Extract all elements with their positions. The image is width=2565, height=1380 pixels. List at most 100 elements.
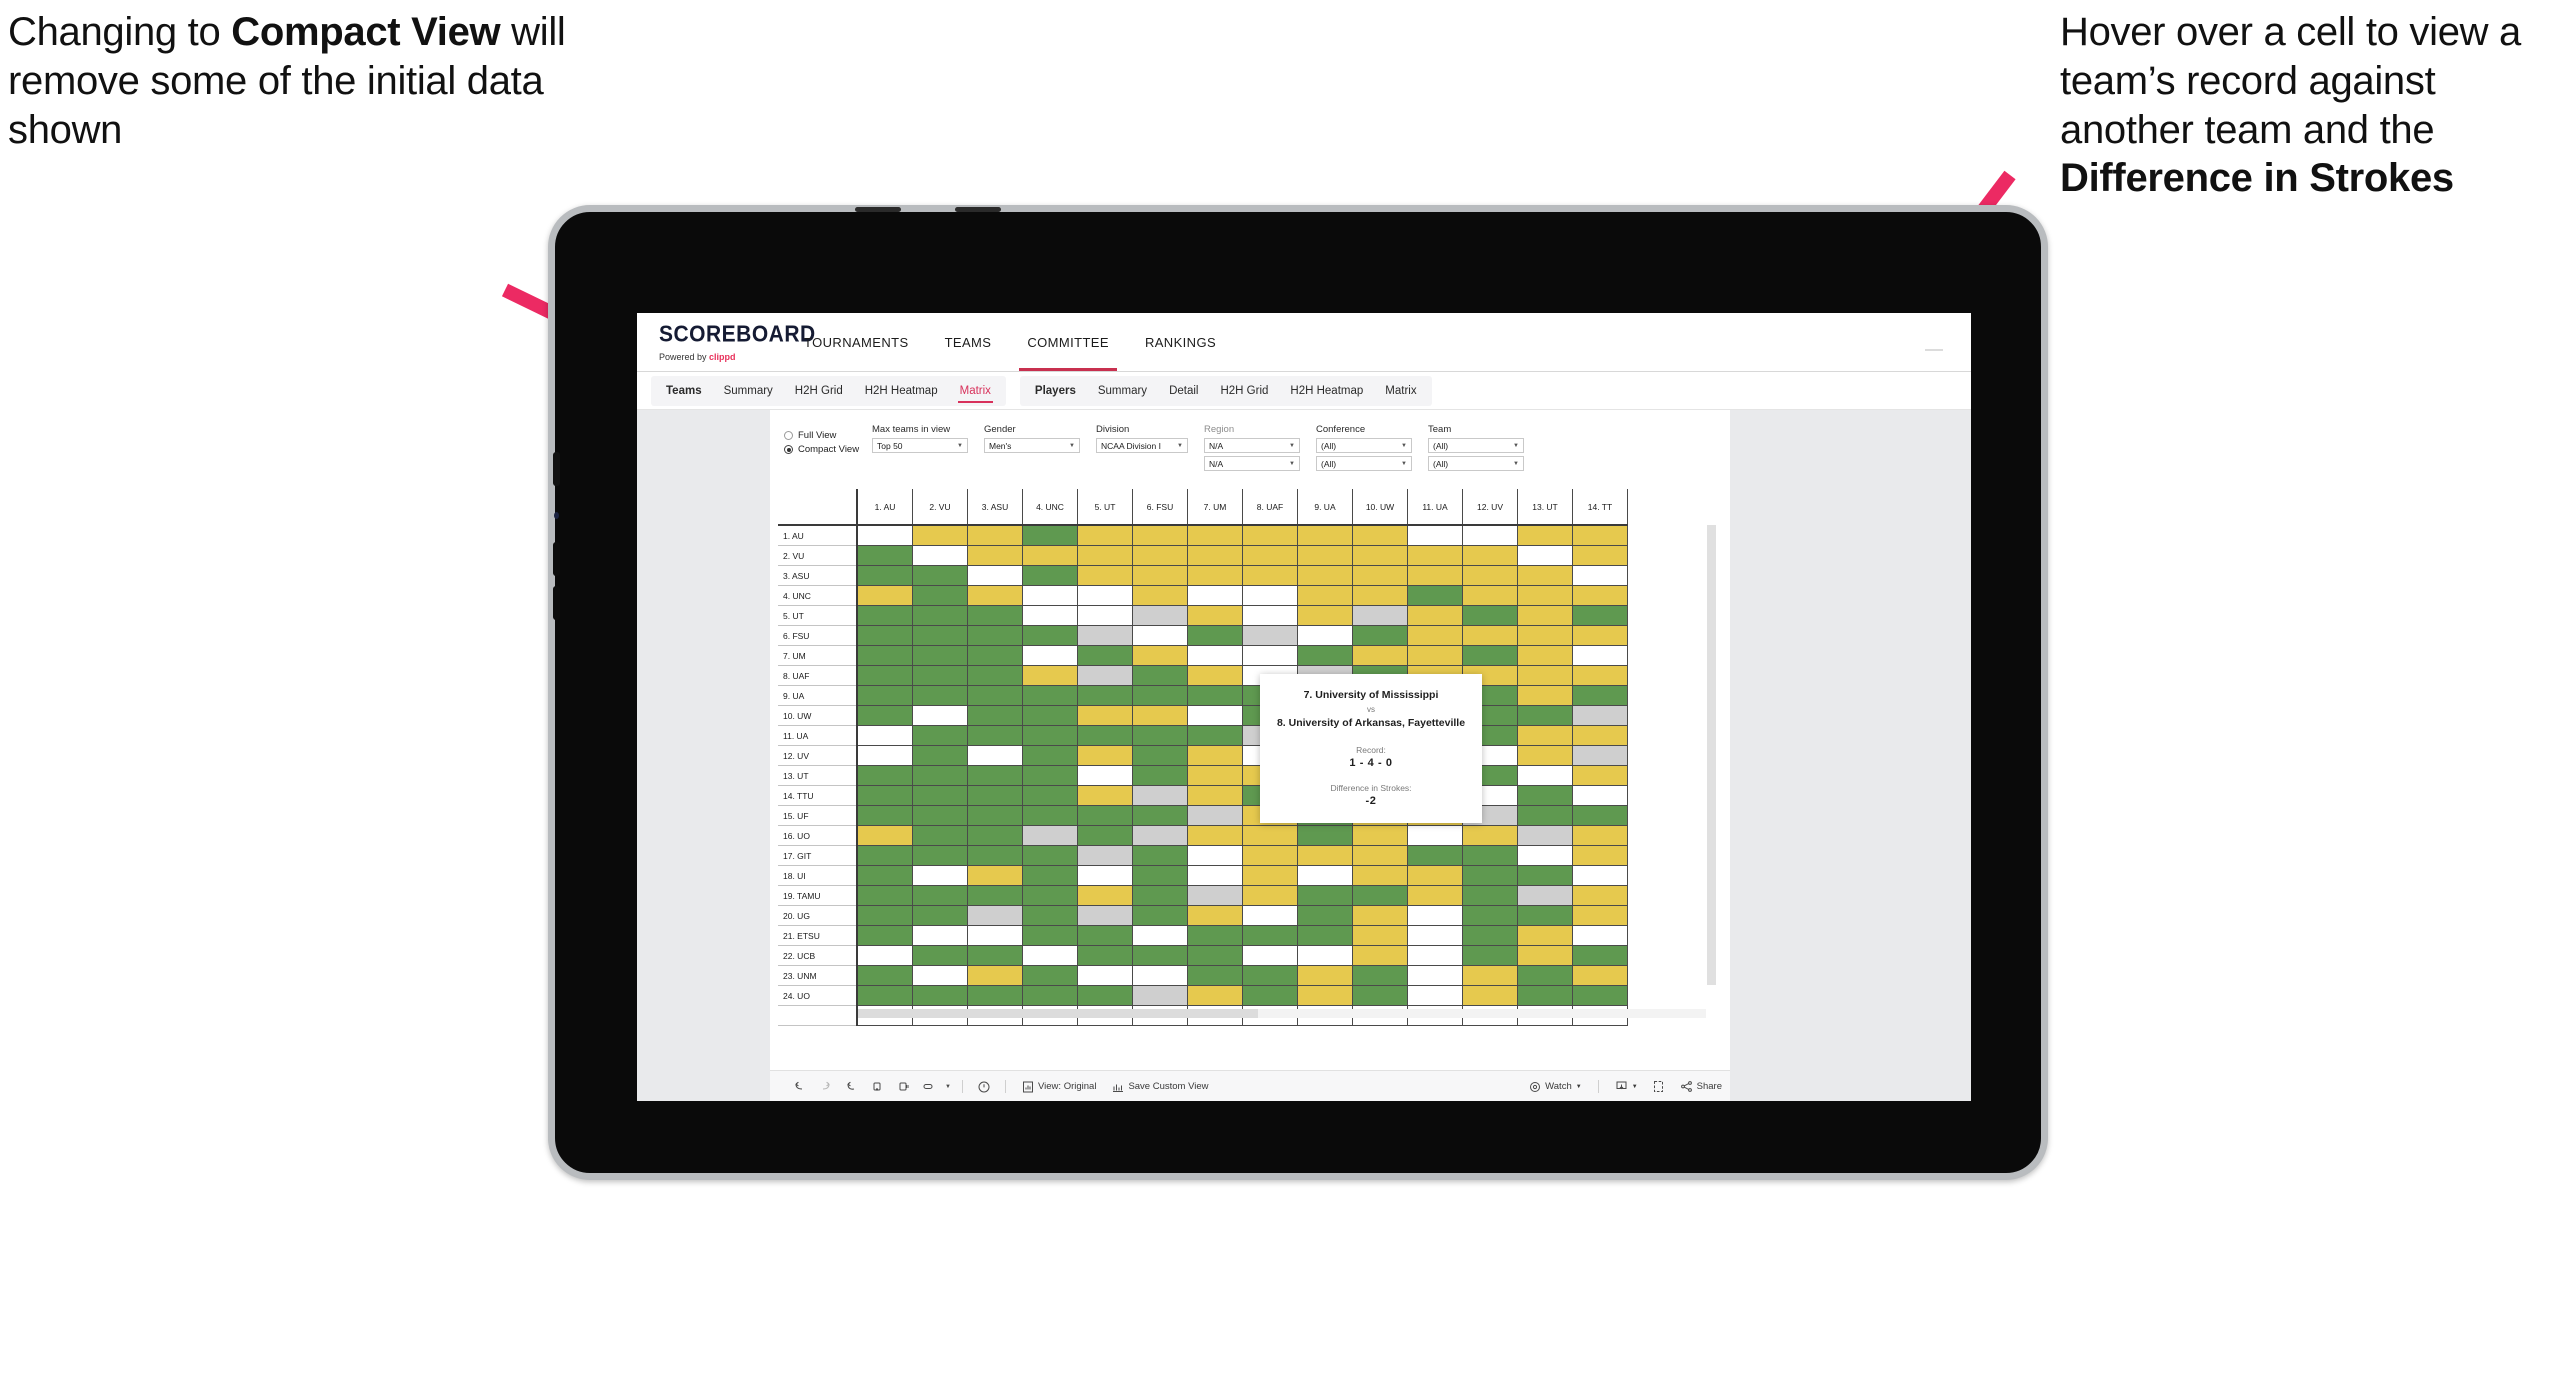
matrix-cell[interactable] bbox=[1077, 705, 1133, 726]
matrix-row-header[interactable]: 18. UI bbox=[778, 865, 858, 886]
matrix-cell[interactable] bbox=[856, 645, 913, 666]
matrix-cell[interactable] bbox=[1572, 745, 1628, 766]
matrix-cell[interactable] bbox=[1462, 885, 1518, 906]
matrix-cell[interactable] bbox=[1407, 625, 1463, 646]
matrix-cell[interactable] bbox=[1132, 805, 1188, 826]
matrix-cell[interactable] bbox=[1297, 925, 1353, 946]
matrix-cell[interactable] bbox=[1187, 905, 1243, 926]
matrix-row-header[interactable]: 17. GIT bbox=[778, 845, 858, 866]
matrix-cell[interactable] bbox=[1517, 805, 1573, 826]
matrix-cell[interactable] bbox=[912, 865, 968, 886]
matrix-cell[interactable] bbox=[967, 865, 1023, 886]
matrix-row-header[interactable]: 4. UNC bbox=[778, 585, 858, 606]
matrix-cell[interactable] bbox=[856, 805, 913, 826]
matrix-cell[interactable] bbox=[1572, 545, 1628, 566]
matrix-cell[interactable] bbox=[1132, 585, 1188, 606]
matrix-row-header[interactable]: 11. UA bbox=[778, 725, 858, 746]
matrix-row-header[interactable]: 13. UT bbox=[778, 765, 858, 786]
matrix-cell[interactable] bbox=[1407, 605, 1463, 626]
matrix-cell[interactable] bbox=[1187, 845, 1243, 866]
redo-icon[interactable] bbox=[812, 1071, 838, 1102]
matrix-cell[interactable] bbox=[912, 545, 968, 566]
matrix-cell[interactable] bbox=[912, 885, 968, 906]
matrix-cell[interactable] bbox=[1187, 725, 1243, 746]
matrix-cell[interactable] bbox=[1297, 545, 1353, 566]
matrix-cell[interactable] bbox=[967, 725, 1023, 746]
matrix-cell[interactable] bbox=[967, 765, 1023, 786]
matrix-cell[interactable] bbox=[1022, 985, 1078, 1006]
matrix-cell[interactable] bbox=[1462, 605, 1518, 626]
matrix-cell[interactable] bbox=[1572, 885, 1628, 906]
matrix-cell[interactable] bbox=[1132, 925, 1188, 946]
matrix-cell[interactable] bbox=[1242, 825, 1298, 846]
matrix-cell[interactable] bbox=[1572, 685, 1628, 706]
team-select-2[interactable]: (All) ▼ bbox=[1428, 456, 1524, 471]
matrix-cell[interactable] bbox=[1517, 965, 1573, 986]
matrix-cell[interactable] bbox=[1187, 645, 1243, 666]
matrix-row-header[interactable]: 5. UT bbox=[778, 605, 858, 626]
matrix-cell[interactable] bbox=[967, 665, 1023, 686]
matrix-col-header[interactable]: 2. VU bbox=[912, 489, 968, 526]
matrix-cell[interactable] bbox=[1352, 925, 1408, 946]
matrix-row-header[interactable]: 1. AU bbox=[778, 525, 858, 546]
matrix-cell[interactable] bbox=[1077, 885, 1133, 906]
matrix-cell[interactable] bbox=[967, 625, 1023, 646]
matrix-col-header[interactable]: 14. TT bbox=[1572, 489, 1628, 526]
matrix-row-header[interactable]: 16. UO bbox=[778, 825, 858, 846]
matrix-cell[interactable] bbox=[912, 645, 968, 666]
matrix-cell[interactable] bbox=[1022, 945, 1078, 966]
matrix-cell[interactable] bbox=[1462, 585, 1518, 606]
matrix-cell[interactable] bbox=[1517, 765, 1573, 786]
region-select-1[interactable]: N/A ▼ bbox=[1204, 438, 1300, 453]
matrix-cell[interactable] bbox=[1352, 965, 1408, 986]
matrix-horizontal-scrollbar[interactable] bbox=[858, 1009, 1706, 1018]
matrix-cell[interactable] bbox=[1022, 845, 1078, 866]
matrix-cell[interactable] bbox=[1022, 745, 1078, 766]
team-select-1[interactable]: (All) ▼ bbox=[1428, 438, 1524, 453]
matrix-cell[interactable] bbox=[1187, 705, 1243, 726]
matrix-cell[interactable] bbox=[967, 745, 1023, 766]
matrix-cell[interactable] bbox=[1407, 965, 1463, 986]
matrix-cell[interactable] bbox=[856, 905, 913, 926]
matrix-cell[interactable] bbox=[1242, 905, 1298, 926]
matrix-cell[interactable] bbox=[1517, 785, 1573, 806]
matrix-cell[interactable] bbox=[1572, 725, 1628, 746]
subnav-players-summary[interactable]: Summary bbox=[1087, 376, 1158, 406]
matrix-cell[interactable] bbox=[1297, 865, 1353, 886]
matrix-cell[interactable] bbox=[912, 825, 968, 846]
matrix-cell[interactable] bbox=[1517, 725, 1573, 746]
matrix-cell[interactable] bbox=[1407, 565, 1463, 586]
matrix-cell[interactable] bbox=[856, 545, 913, 566]
matrix-cell[interactable] bbox=[1462, 645, 1518, 666]
matrix-cell[interactable] bbox=[1077, 645, 1133, 666]
matrix-cell[interactable] bbox=[1132, 685, 1188, 706]
region-select-2[interactable]: N/A ▼ bbox=[1204, 456, 1300, 471]
matrix-cell[interactable] bbox=[1352, 525, 1408, 546]
matrix-cell[interactable] bbox=[1022, 685, 1078, 706]
matrix-cell[interactable] bbox=[1022, 525, 1078, 546]
matrix-cell[interactable] bbox=[1242, 965, 1298, 986]
matrix-col-header[interactable]: 5. UT bbox=[1077, 489, 1133, 526]
matrix-cell[interactable] bbox=[967, 645, 1023, 666]
nav-committee[interactable]: COMMITTEE bbox=[1009, 313, 1127, 371]
matrix-cell[interactable] bbox=[1572, 865, 1628, 886]
matrix-cell[interactable] bbox=[1187, 865, 1243, 886]
matrix-cell[interactable] bbox=[856, 925, 913, 946]
matrix-cell[interactable] bbox=[856, 585, 913, 606]
matrix-cell[interactable] bbox=[967, 545, 1023, 566]
matrix-cell[interactable] bbox=[1077, 945, 1133, 966]
matrix-cell[interactable] bbox=[1572, 825, 1628, 846]
matrix-cell[interactable] bbox=[1297, 565, 1353, 586]
matrix-cell[interactable] bbox=[1242, 645, 1298, 666]
matrix-cell[interactable] bbox=[1352, 545, 1408, 566]
matrix-cell[interactable] bbox=[1462, 945, 1518, 966]
matrix-cell[interactable] bbox=[1077, 985, 1133, 1006]
matrix-cell[interactable] bbox=[1022, 585, 1078, 606]
download-button[interactable]: ▼ bbox=[1607, 1071, 1646, 1102]
matrix-row-header[interactable]: 7. UM bbox=[778, 645, 858, 666]
matrix-cell[interactable] bbox=[1022, 905, 1078, 926]
matrix-cell[interactable] bbox=[1132, 785, 1188, 806]
division-select[interactable]: NCAA Division I ▼ bbox=[1096, 438, 1188, 453]
matrix-cell[interactable] bbox=[1077, 725, 1133, 746]
matrix-cell[interactable] bbox=[1352, 985, 1408, 1006]
